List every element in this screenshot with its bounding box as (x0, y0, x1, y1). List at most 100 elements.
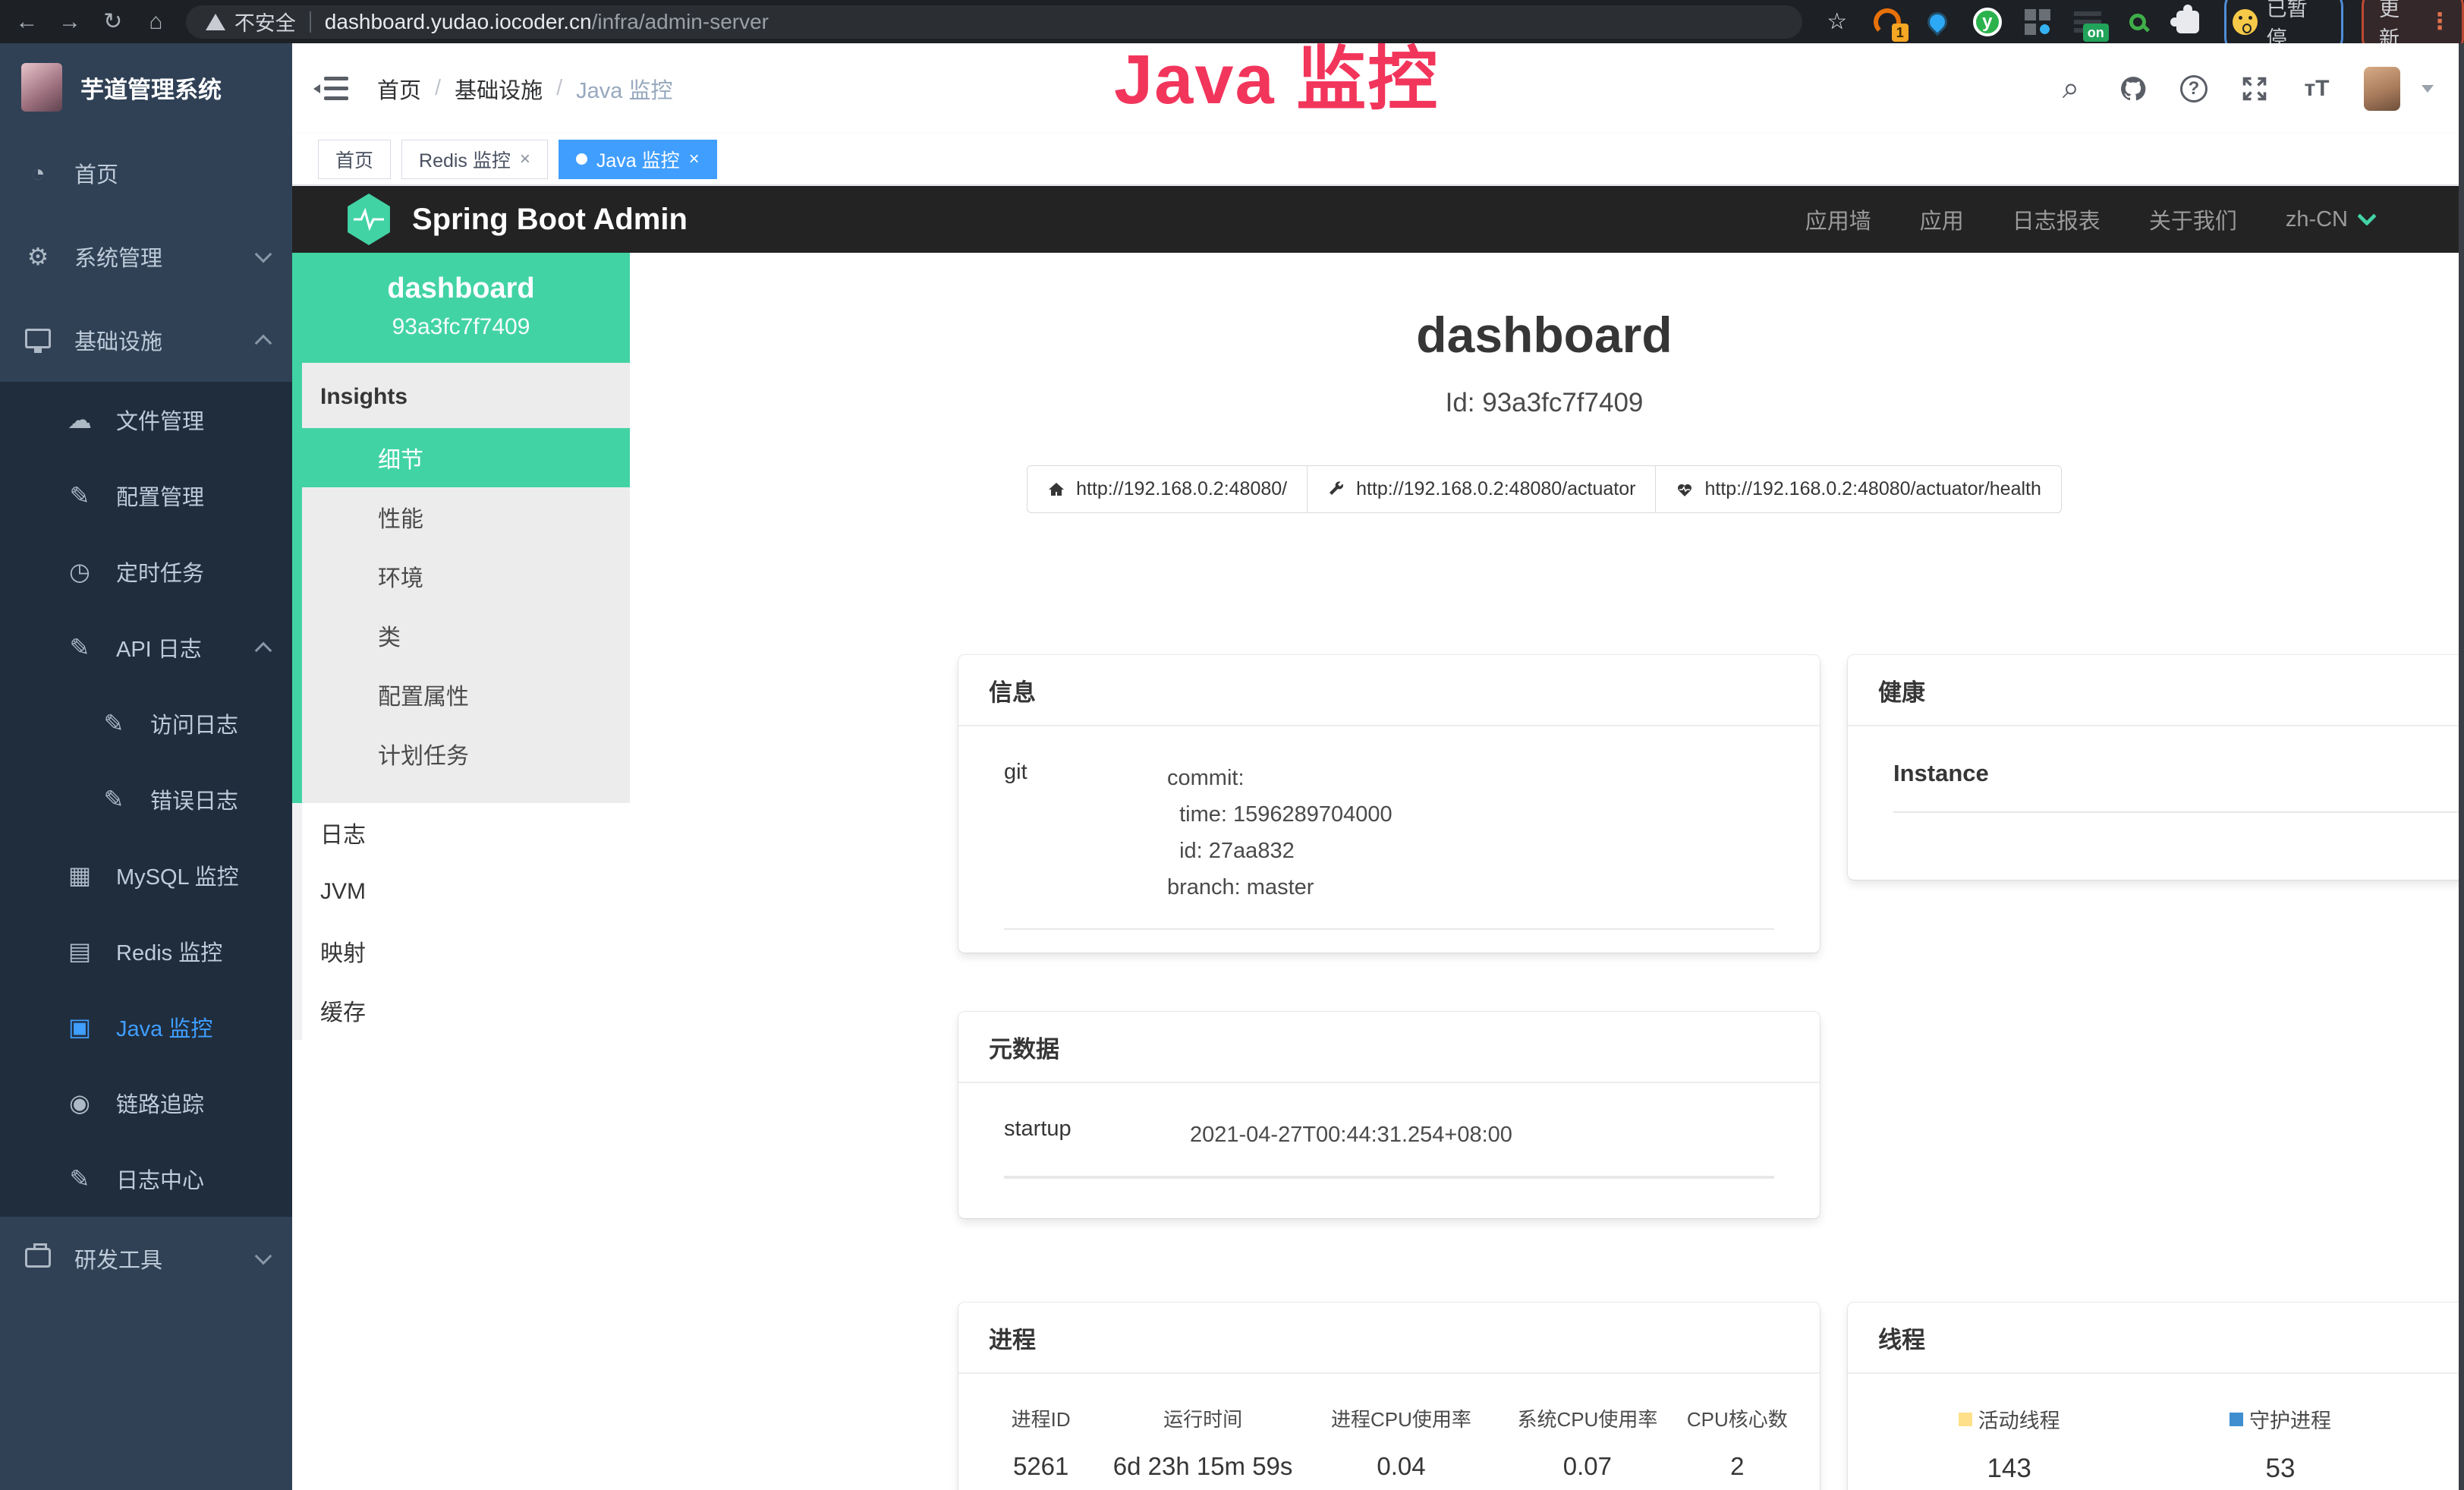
sidebar-item-infra[interactable]: 基础设施 (0, 298, 292, 382)
sba-menu-mappings[interactable]: 映射 (302, 921, 630, 981)
sidebar-item-access-log[interactable]: ✎ 访问日志 (0, 685, 292, 761)
bookmark-star-icon[interactable]: ☆ (1822, 7, 1852, 37)
sba-menu-jvm[interactable]: JVM (302, 862, 630, 921)
search-icon[interactable]: ⌕ (2056, 74, 2086, 104)
extension-grid-icon[interactable] (2022, 7, 2053, 37)
tab-home[interactable]: 首页 (318, 140, 391, 179)
sidebar-item-log-center[interactable]: ✎ 日志中心 (0, 1141, 292, 1217)
address-divider (310, 11, 311, 33)
breadcrumb-home[interactable]: 首页 (377, 73, 421, 105)
sba-nav-about[interactable]: 关于我们 (2149, 203, 2237, 235)
threads-live-stat: 活动线程 143 (1874, 1404, 2145, 1484)
breadcrumb-current: Java 监控 (576, 73, 672, 105)
sba-menu-metrics[interactable]: 性能 (302, 487, 630, 547)
sidebar-item-java[interactable]: ▣ Java 监控 (0, 989, 292, 1065)
sidebar-item-mysql[interactable]: ▦ MySQL 监控 (0, 837, 292, 913)
tab-redis-monitor[interactable]: Redis 监控 × (401, 140, 548, 179)
sba-locale-select[interactable]: zh-CN (2286, 207, 2374, 232)
extension-y-icon[interactable]: y (1972, 7, 2003, 37)
sidebar-item-dev-tools[interactable]: 研发工具 (0, 1217, 292, 1300)
edit-icon: ✎ (99, 709, 129, 738)
card-health-title: 健康 (1878, 673, 1925, 707)
sba-menu-logfile[interactable]: 日志 (302, 803, 630, 862)
user-menu-caret-icon[interactable] (2422, 85, 2434, 93)
process-uptime: 6d 23h 15m 59s (1097, 1452, 1308, 1481)
scrollbar[interactable] (2459, 43, 2464, 1490)
extension-on-badge: on (2083, 24, 2109, 42)
url-host: dashboard.yudao.iocoder.cn (325, 10, 592, 34)
fullscreen-icon[interactable] (2239, 74, 2270, 104)
sidebar-item-job[interactable]: ◷ 定时任务 (0, 534, 292, 610)
home-icon[interactable]: ⌂ (140, 5, 172, 39)
process-header-row: 进程ID 运行时间 进程CPU使用率 系统CPU使用率 CPU核心数 (984, 1404, 1794, 1452)
link-service-url[interactable]: http://192.168.0.2:48080/ (1027, 465, 1308, 513)
sba-menu-configprops[interactable]: 配置属性 (302, 665, 630, 724)
sidebar-item-system[interactable]: ⚙ 系统管理 (0, 215, 292, 298)
clock-icon: ◷ (65, 557, 95, 586)
browser-menu-icon[interactable]: ⋮ (2428, 8, 2451, 35)
system-cpu: 0.07 (1494, 1452, 1680, 1481)
address-bar[interactable]: 不安全 dashboard.yudao.iocoder.cn /infra/ad… (186, 5, 1802, 39)
close-icon[interactable]: × (520, 149, 530, 170)
edit-icon: ✎ (65, 633, 95, 662)
extension-c-icon[interactable]: 1 (1872, 7, 1902, 37)
sba-menu-classes[interactable]: 类 (302, 606, 630, 665)
health-instance-row[interactable]: Instance UP (1893, 760, 2464, 813)
link-actuator-url[interactable]: http://192.168.0.2:48080/actuator (1307, 465, 1656, 513)
sba-menu-environment[interactable]: 环境 (302, 547, 630, 606)
sidebar-item-file[interactable]: ☁ 文件管理 (0, 382, 292, 458)
sidebar-item-trace[interactable]: ◉ 链路追踪 (0, 1065, 292, 1141)
breadcrumb-infra[interactable]: 基础设施 (455, 73, 543, 105)
user-avatar[interactable] (2364, 67, 2400, 111)
sidebar-item-home[interactable]: ◔ 首页 (0, 131, 292, 215)
security-label: 不安全 (234, 7, 296, 36)
extension-c-badge: 1 (1892, 24, 1909, 42)
sidebar-item-config[interactable]: ✎ 配置管理 (0, 458, 292, 534)
extension-pin-icon[interactable] (1922, 7, 1953, 37)
threads-daemon-stat: 守护进程 53 (2145, 1404, 2415, 1484)
extensions-puzzle-icon[interactable] (2173, 7, 2203, 37)
text-size-icon[interactable]: тT (2302, 74, 2332, 104)
sba-nav-journal[interactable]: 日志报表 (2012, 203, 2101, 235)
security-warning-icon[interactable] (206, 14, 225, 30)
sba-menu-caches[interactable]: 缓存 (302, 981, 630, 1040)
screen: ← → ↻ ⌂ 不安全 dashboard.yudao.iocoder.cn /… (0, 0, 2464, 1490)
card-process: 进程 进程ID 运行时间 进程CPU使用率 系统CPU使用率 CPU核心数 52… (958, 1303, 1820, 1490)
sba-instance-id: 93a3fc7f7409 (300, 314, 622, 340)
sidebar-item-error-log[interactable]: ✎ 错误日志 (0, 761, 292, 837)
infra-submenu: ☁ 文件管理 ✎ 配置管理 ◷ 定时任务 ✎ API 日志 ✎ 访问日志 ✎ (0, 382, 292, 1217)
tab-java-monitor[interactable]: Java 监控 × (559, 140, 717, 179)
reload-icon[interactable]: ↻ (96, 5, 129, 39)
health-instance-label: Instance (1893, 760, 1989, 787)
sidebar-collapse-icon[interactable] (316, 75, 350, 102)
sba-nav-applications[interactable]: 应用 (1920, 203, 1964, 235)
live-threads-legend-icon (1959, 1413, 1972, 1426)
process-cpu: 0.04 (1308, 1452, 1494, 1481)
sba-brand-title[interactable]: Spring Boot Admin (412, 203, 688, 237)
link-health-url[interactable]: http://192.168.0.2:48080/actuator/health (1655, 465, 2061, 513)
back-icon[interactable]: ← (11, 5, 43, 39)
card-process-title: 进程 (958, 1303, 1820, 1374)
sidebar-item-api-log[interactable]: ✎ API 日志 (0, 610, 292, 685)
sba-instance-block[interactable]: dashboard 93a3fc7f7409 (292, 253, 630, 363)
card-health: 健康 Instance UP (1848, 655, 2464, 880)
help-icon[interactable]: ? (2180, 75, 2208, 102)
forward-icon[interactable]: → (54, 5, 87, 39)
sba-menu-details[interactable]: 细节 (302, 428, 630, 487)
extension-list-icon[interactable]: on (2072, 7, 2103, 37)
close-icon[interactable]: × (689, 149, 700, 170)
github-icon[interactable] (2118, 74, 2148, 104)
sba-logo-icon[interactable] (345, 194, 392, 245)
monitor-icon (23, 326, 53, 354)
app-sidebar: 芋道管理系统 ◔ 首页 ⚙ 系统管理 基础设施 ☁ 文件管理 ✎ 配置管理 (0, 43, 292, 1490)
info-git-row: git commit: time: 1596289704000 id: 27aa… (1004, 760, 1774, 930)
app-logo-row[interactable]: 芋道管理系统 (0, 43, 292, 131)
metadata-startup-row: startup 2021-04-27T00:44:31.254+08:00 (1004, 1117, 1774, 1179)
heartbeat-icon (1676, 480, 1694, 499)
peak-threads-value: 147 (2416, 1454, 2464, 1484)
sba-header: Spring Boot Admin 应用墙 应用 日志报表 关于我们 zh-CN (292, 186, 2459, 253)
extension-search-icon[interactable] (2123, 7, 2153, 37)
sba-nav-wallboard[interactable]: 应用墙 (1805, 203, 1871, 235)
sidebar-item-redis[interactable]: ▤ Redis 监控 (0, 913, 292, 989)
sba-menu-scheduled-tasks[interactable]: 计划任务 (302, 724, 630, 783)
